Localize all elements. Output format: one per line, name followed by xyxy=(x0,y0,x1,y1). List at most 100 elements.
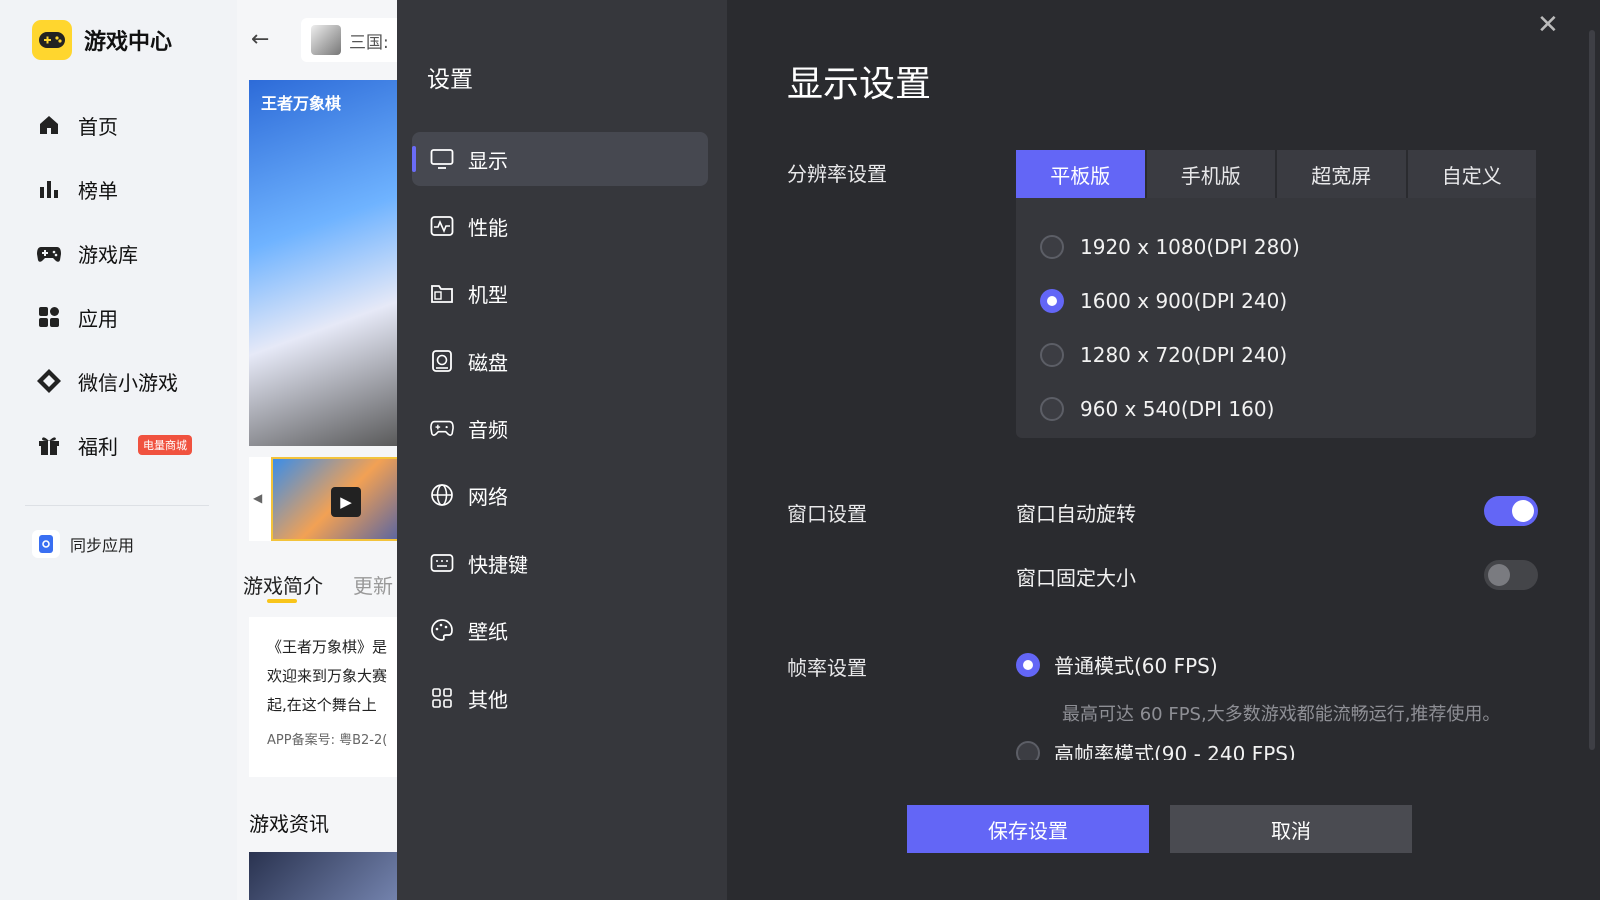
page-title: 显示设置 xyxy=(787,64,932,105)
radio-button-selected[interactable] xyxy=(1016,652,1040,677)
back-arrow-icon[interactable]: ← xyxy=(251,27,269,52)
nav-label: 微信小游戏 xyxy=(78,370,178,395)
resolution-option[interactable]: 1920 x 1080(DPI 280) xyxy=(1016,220,1536,274)
settings-nav-label: 磁盘 xyxy=(468,350,508,375)
home-icon xyxy=(36,112,62,138)
nav-item-home[interactable]: 首页 xyxy=(36,93,236,157)
disk-icon xyxy=(430,349,454,373)
gamepad-icon xyxy=(36,240,62,266)
settings-nav-shortcuts[interactable]: 快捷键 xyxy=(412,536,708,590)
news-image[interactable] xyxy=(249,852,397,900)
fixed-size-toggle[interactable] xyxy=(1484,560,1538,590)
window-settings-label: 窗口设置 xyxy=(787,502,867,526)
resolution-option[interactable]: 1600 x 900(DPI 240) xyxy=(1016,274,1536,328)
news-title: 游戏资讯 xyxy=(249,812,329,836)
desc-line: 起,在这个舞台上 xyxy=(267,696,377,714)
settings-nav-label: 壁纸 xyxy=(468,619,508,644)
settings-dialog: 设置 显示 性能 机型 磁盘 音频 网络 快捷键 壁纸 其他 显示设置 分辨率设… xyxy=(397,0,1600,900)
palette-icon xyxy=(430,618,454,642)
resolution-option[interactable]: 960 x 540(DPI 160) xyxy=(1016,382,1536,436)
settings-nav-disk[interactable]: 磁盘 xyxy=(412,334,708,388)
video-thumbnail[interactable]: ▶ xyxy=(271,457,397,541)
scrollbar[interactable] xyxy=(1589,30,1595,750)
device-model-icon xyxy=(430,281,454,305)
settings-title: 设置 xyxy=(427,67,473,93)
settings-nav-audio[interactable]: 音频 xyxy=(412,401,708,455)
nav-item-game-library[interactable]: 游戏库 xyxy=(36,221,236,285)
game-tab-chip[interactable]: 三国: xyxy=(301,18,397,62)
display-settings-panel: 显示设置 分辨率设置 平板版 手机版 超宽屏 自定义 1920 x 1080(D… xyxy=(727,0,1600,900)
hero-logo: 王者万象棋 xyxy=(261,94,342,113)
game-description: 《王者万象棋》是 欢迎来到万象大赛 起,在这个舞台上 APP备案号: 粤B2-2… xyxy=(249,617,397,777)
nav-label: 首页 xyxy=(78,114,118,139)
mode-tab-ultrawide[interactable]: 超宽屏 xyxy=(1277,150,1406,198)
nav-label: 福利 xyxy=(78,434,118,459)
sync-apps-button[interactable]: 同步应用 xyxy=(32,530,134,558)
radio-button[interactable] xyxy=(1040,235,1064,259)
radio-button-selected[interactable] xyxy=(1040,289,1064,313)
sync-phone-icon xyxy=(32,530,60,558)
toggle-knob xyxy=(1488,564,1510,586)
grid-icon xyxy=(430,686,454,710)
framerate-label: 帧率设置 xyxy=(787,656,867,680)
nav-label: 应用 xyxy=(78,306,118,331)
audio-icon xyxy=(430,416,454,440)
nav-item-wechat-games[interactable]: 微信小游戏 xyxy=(36,349,236,413)
close-icon[interactable]: ✕ xyxy=(1537,10,1559,40)
main-nav: 首页 榜单 游戏库 应用 微信小游戏 福利 电量商城 xyxy=(36,93,236,477)
nav-item-welfare[interactable]: 福利 电量商城 xyxy=(36,413,236,477)
sidebar-divider xyxy=(25,505,209,506)
mode-tab-custom[interactable]: 自定义 xyxy=(1407,150,1536,198)
resolution-option-label: 1280 x 720(DPI 240) xyxy=(1080,343,1288,367)
nav-label: 游戏库 xyxy=(78,242,138,267)
tab-game-intro[interactable]: 游戏简介 xyxy=(243,570,323,599)
nav-item-ranking[interactable]: 榜单 xyxy=(36,157,236,221)
nav-label: 榜单 xyxy=(78,178,118,203)
globe-icon xyxy=(430,483,454,507)
performance-icon xyxy=(430,214,454,238)
mall-badge: 电量商城 xyxy=(138,435,192,455)
mode-tab-phone[interactable]: 手机版 xyxy=(1146,150,1275,198)
settings-nav-label: 机型 xyxy=(468,282,508,307)
resolution-option[interactable]: 1280 x 720(DPI 240) xyxy=(1016,328,1536,382)
ranking-icon xyxy=(36,176,62,202)
game-detail-panel: ← 三国: 王者万象棋 ◀ ▶ 游戏简介 更新 《王者万象棋》是 欢迎来到万象大… xyxy=(237,0,397,900)
dialog-footer xyxy=(727,760,1600,900)
app-sidebar: 游戏中心 首页 榜单 游戏库 应用 微信小游戏 福利 电量商城 同步应用 xyxy=(0,0,237,900)
auto-rotate-label: 窗口自动旋转 xyxy=(1016,502,1136,526)
record-number: APP备案号: 粤B2-2( xyxy=(267,733,388,748)
settings-nav-wallpaper[interactable]: 壁纸 xyxy=(412,603,708,657)
radio-button[interactable] xyxy=(1040,343,1064,367)
settings-nav-network[interactable]: 网络 xyxy=(412,468,708,522)
resolution-mode-tabs: 平板版 手机版 超宽屏 自定义 xyxy=(1016,150,1536,198)
settings-nav-label: 其他 xyxy=(468,687,508,712)
mode-tab-tablet[interactable]: 平板版 xyxy=(1016,150,1145,198)
play-icon[interactable]: ▶ xyxy=(331,487,361,517)
apps-icon xyxy=(36,304,62,330)
settings-nav-display[interactable]: 显示 xyxy=(412,132,708,186)
fps-normal-option[interactable]: 普通模式(60 FPS) xyxy=(1016,650,1218,679)
active-tab-underline xyxy=(267,599,297,603)
settings-nav-other[interactable]: 其他 xyxy=(412,671,708,725)
settings-nav: 设置 显示 性能 机型 磁盘 音频 网络 快捷键 壁纸 其他 xyxy=(397,0,727,900)
nav-item-apps[interactable]: 应用 xyxy=(36,285,236,349)
desc-line: 欢迎来到万象大赛 xyxy=(267,667,388,685)
cancel-button[interactable]: 取消 xyxy=(1170,805,1412,853)
resolution-option-label: 1920 x 1080(DPI 280) xyxy=(1080,235,1300,259)
resolution-options: 1920 x 1080(DPI 280) 1600 x 900(DPI 240)… xyxy=(1016,198,1536,438)
settings-nav-device-model[interactable]: 机型 xyxy=(412,266,708,320)
hero-banner[interactable]: 王者万象棋 xyxy=(249,80,397,446)
monitor-icon xyxy=(430,147,454,171)
sync-label: 同步应用 xyxy=(70,536,135,555)
save-settings-button[interactable]: 保存设置 xyxy=(907,805,1149,853)
carousel-left-icon[interactable]: ◀ xyxy=(253,491,262,505)
auto-rotate-toggle[interactable] xyxy=(1484,496,1538,526)
tab-updates[interactable]: 更新 xyxy=(353,570,393,599)
brand[interactable]: 游戏中心 xyxy=(32,20,172,60)
settings-nav-performance[interactable]: 性能 xyxy=(412,199,708,253)
resolution-option-label: 1600 x 900(DPI 240) xyxy=(1080,289,1288,313)
gift-icon xyxy=(36,432,62,458)
radio-button[interactable] xyxy=(1040,397,1064,421)
game-tab-label: 三国: xyxy=(349,32,389,53)
settings-nav-label: 显示 xyxy=(468,148,508,173)
